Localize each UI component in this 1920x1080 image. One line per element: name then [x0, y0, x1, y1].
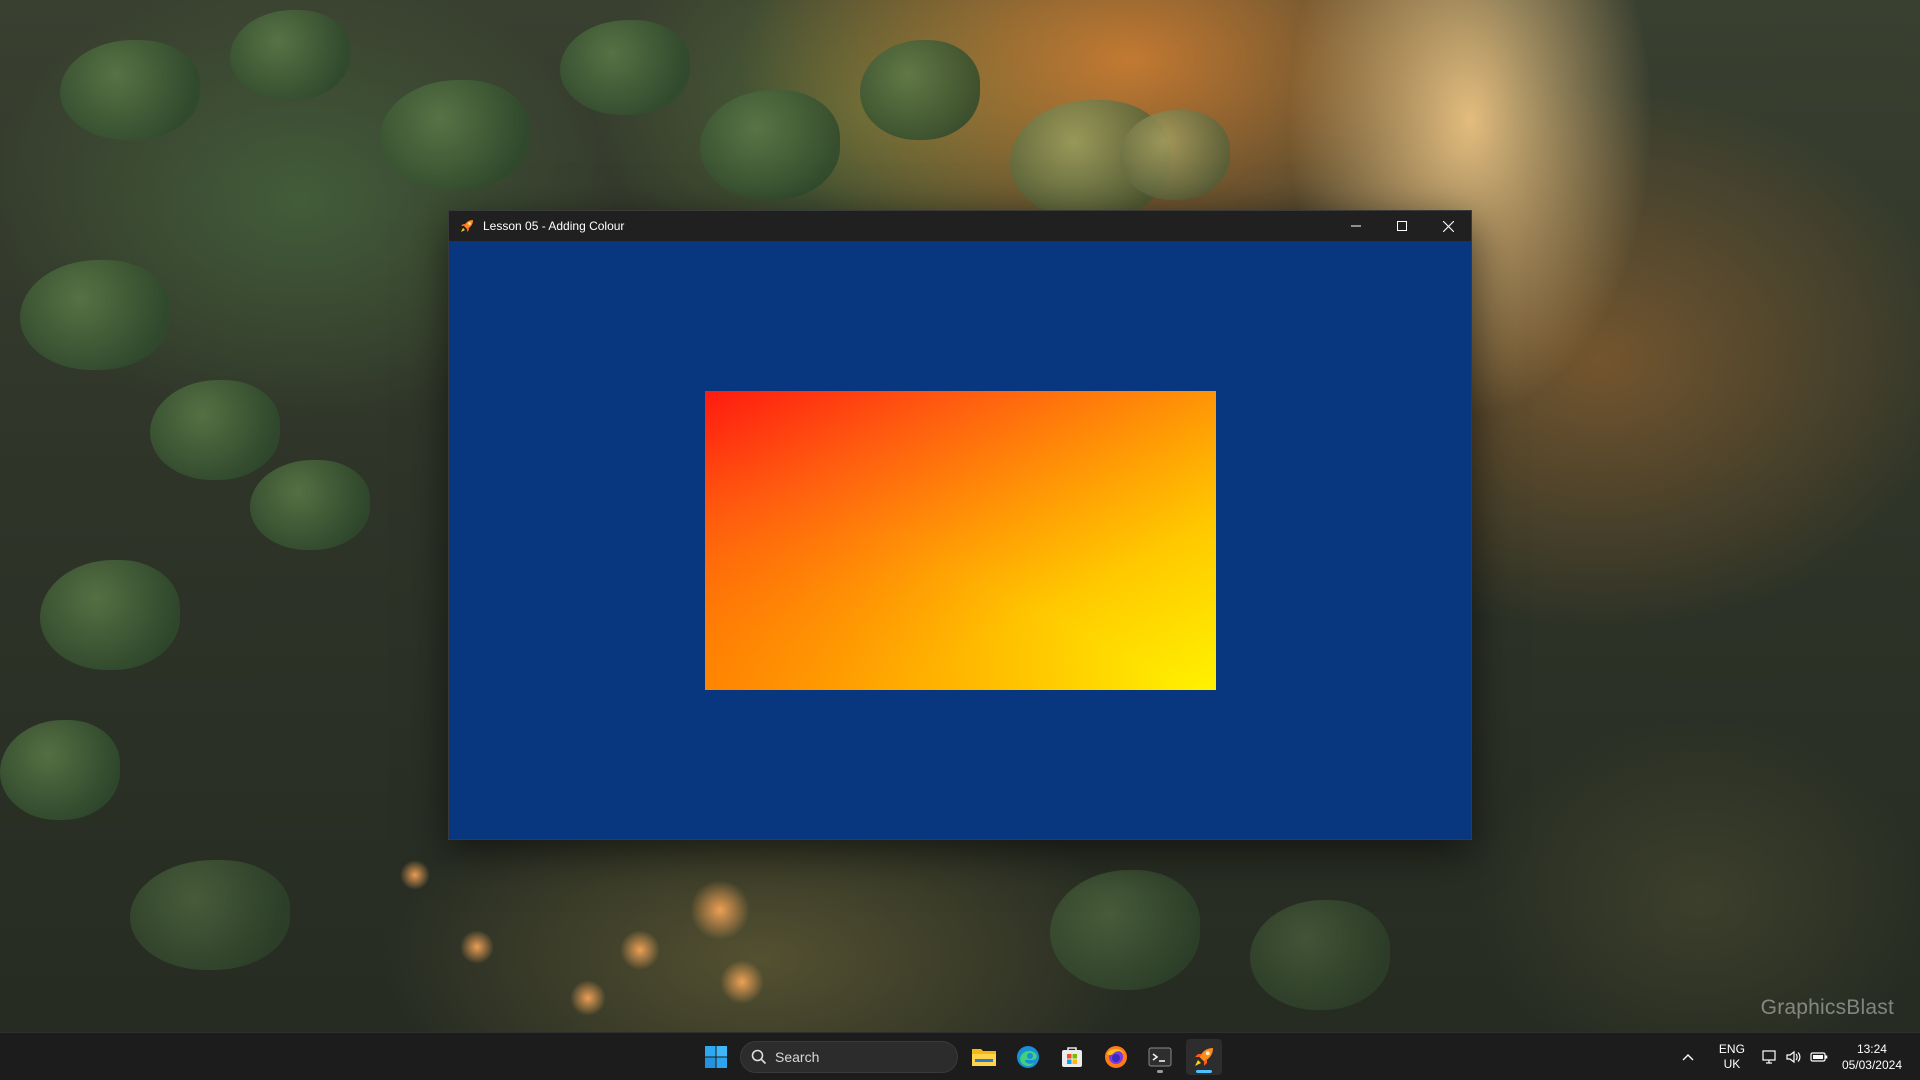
network-icon [1762, 1050, 1776, 1064]
minimize-button[interactable] [1333, 211, 1379, 241]
colour-gradient-rectangle [705, 391, 1216, 690]
wallpaper-bokeh [400, 860, 430, 890]
wallpaper-leaf [700, 90, 840, 200]
wallpaper-leaf [1050, 870, 1200, 990]
search-label: Search [775, 1049, 820, 1065]
wallpaper-leaf [130, 860, 290, 970]
maximize-icon [1397, 221, 1407, 231]
taskbar-file-explorer[interactable] [966, 1039, 1002, 1075]
taskbar: Search ENG UK 13:24 05/03/2024 [0, 1032, 1920, 1080]
wallpaper-leaf [40, 560, 180, 670]
rocket-app-icon [457, 216, 477, 236]
system-tray: ENG UK 13:24 05/03/2024 [1676, 1033, 1920, 1080]
wallpaper-leaf [230, 10, 350, 100]
wallpaper-bokeh [690, 880, 750, 940]
taskbar-edge[interactable] [1010, 1039, 1046, 1075]
taskbar-firefox[interactable] [1098, 1039, 1134, 1075]
wallpaper-bokeh [460, 930, 494, 964]
input-language-indicator[interactable]: ENG UK [1712, 1042, 1752, 1072]
edge-icon [1017, 1046, 1039, 1068]
wallpaper-leaf [60, 40, 200, 140]
taskbar-store[interactable] [1054, 1039, 1090, 1075]
wallpaper-leaf [0, 720, 120, 820]
file-explorer-icon [972, 1049, 996, 1066]
terminal-icon [1148, 1047, 1172, 1067]
clock-date: 05/03/2024 [1841, 1058, 1902, 1072]
minimize-icon [1351, 225, 1361, 227]
battery-icon [1810, 1052, 1828, 1062]
chevron-up-icon [1682, 1054, 1694, 1061]
windows-start-icon [705, 1046, 727, 1068]
search-icon [751, 1049, 767, 1065]
start-button[interactable] [698, 1039, 734, 1075]
window-title: Lesson 05 - Adding Colour [483, 219, 625, 233]
firefox-icon [1105, 1046, 1127, 1068]
taskbar-terminal[interactable] [1142, 1039, 1178, 1075]
wallpaper-bokeh [720, 960, 764, 1004]
language-code: ENG [1718, 1042, 1745, 1056]
app-window[interactable]: Lesson 05 - Adding Colour [448, 210, 1472, 840]
volume-icon [1786, 1050, 1801, 1064]
store-icon [1062, 1047, 1082, 1067]
maximize-button[interactable] [1379, 211, 1425, 241]
wallpaper-leaf [560, 20, 690, 115]
close-button[interactable] [1425, 211, 1471, 241]
desktop-wallpaper: GraphicsBlast Lesson 05 - Adding Colour [0, 0, 1920, 1080]
wallpaper-leaf [250, 460, 370, 550]
taskbar-rocket-app[interactable] [1186, 1039, 1222, 1075]
quick-settings-button[interactable] [1762, 1050, 1828, 1064]
region-code: UK [1723, 1057, 1741, 1071]
render-viewport[interactable] [449, 241, 1471, 839]
wallpaper-leaf [20, 260, 170, 370]
taskbar-search-box[interactable]: Search [740, 1041, 958, 1073]
wallpaper-leaf [1250, 900, 1390, 1010]
running-indicator [1157, 1070, 1163, 1073]
wallpaper-leaf [860, 40, 980, 140]
close-icon [1442, 220, 1454, 232]
watermark-text: GraphicsBlast [1760, 996, 1894, 1019]
rocket-app-icon [1195, 1048, 1213, 1066]
window-titlebar[interactable]: Lesson 05 - Adding Colour [449, 211, 1471, 241]
clock-time: 13:24 [1856, 1042, 1887, 1056]
active-indicator [1196, 1070, 1212, 1073]
wallpaper-leaf [150, 380, 280, 480]
wallpaper-bokeh [620, 930, 660, 970]
clock-button[interactable]: 13:24 05/03/2024 [1842, 1041, 1902, 1073]
show-hidden-icons-button[interactable] [1676, 1053, 1700, 1061]
wallpaper-bokeh [570, 980, 606, 1016]
wallpaper-leaf [380, 80, 530, 190]
wallpaper-leaf [1120, 110, 1230, 200]
